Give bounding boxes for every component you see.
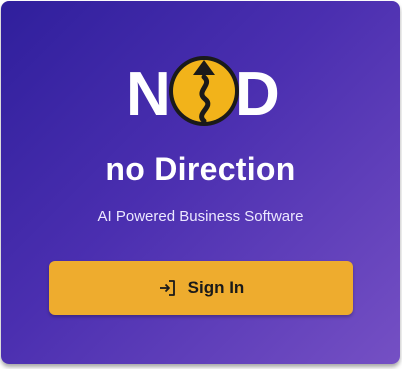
login-card: N D no Direction AI Powered Business Sof… [1,1,400,364]
svg-text:D: D [235,60,280,129]
svg-text:N: N [126,60,171,129]
app-title: no Direction [105,151,296,187]
sign-in-label: Sign In [187,278,245,297]
app-tagline: AI Powered Business Software [97,208,304,225]
brand-logo: N D [1,55,400,131]
sign-in-button[interactable]: Sign In [49,261,353,315]
login-icon [158,278,178,298]
